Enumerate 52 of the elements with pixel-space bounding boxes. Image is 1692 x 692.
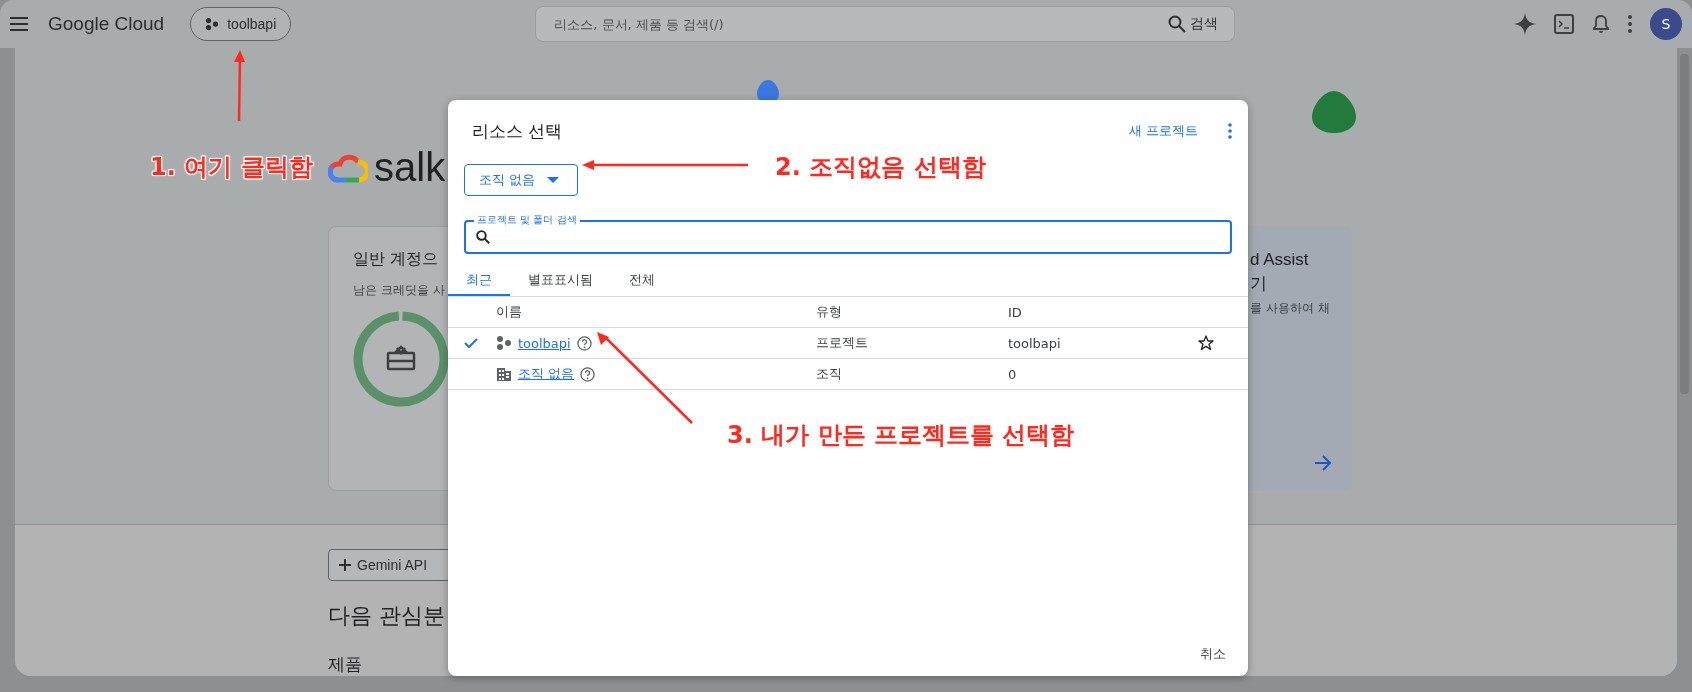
table-cell-text: 프로젝트 <box>816 334 869 352</box>
table-cell-text: toolbapi <box>1008 335 1062 351</box>
blob-shape <box>757 80 779 102</box>
terminal-icon[interactable] <box>1554 14 1574 34</box>
dialog-title: 리소스 선택 <box>472 119 563 143</box>
search-field[interactable]: 리소스, 문서, 제품 등 검색(/) 검색 <box>535 6 1236 42</box>
tab[interactable]: 최근 <box>448 266 510 296</box>
annotation-text: 2. 조직없음 선택함 <box>775 152 986 183</box>
star-icon[interactable] <box>1198 335 1214 351</box>
caret-icon <box>547 177 560 183</box>
more-icon[interactable] <box>1628 15 1632 33</box>
new-project-link[interactable]: 새 프로젝트 <box>1128 122 1198 140</box>
project-title: salk <box>374 144 446 190</box>
card-subtitle: 를 사용하여 채 <box>1250 300 1331 317</box>
card-subtitle: 남은 크레딧을 사 <box>353 282 446 299</box>
product-name[interactable]: Google Cloud <box>48 13 165 35</box>
hexagon-dots-icon <box>205 17 220 31</box>
column-header: ID <box>1008 304 1023 320</box>
menu-icon[interactable] <box>10 17 28 31</box>
notifications-icon[interactable] <box>1592 14 1610 34</box>
resource-link[interactable]: 조직 없음 <box>518 365 575 383</box>
column-header: 유형 <box>816 303 843 321</box>
blob-shape <box>1312 91 1356 133</box>
search-icon <box>476 230 490 244</box>
organization-dropdown[interactable]: 조직 없음 <box>464 164 578 196</box>
plus-icon <box>339 559 351 571</box>
tab[interactable]: 전체 <box>611 266 673 296</box>
search-button[interactable]: 검색 <box>1162 14 1225 34</box>
table-cell-text: 0 <box>1008 366 1018 382</box>
resource-link[interactable]: toolbapi <box>518 335 571 351</box>
cancel-button[interactable]: 취소 <box>1194 644 1232 664</box>
card-title: d Assist <box>1250 249 1310 271</box>
card-title: 기 <box>1250 273 1268 295</box>
avatar[interactable]: S <box>1650 8 1682 40</box>
card-title: 일반 계정으 <box>353 249 440 270</box>
sparkle-icon[interactable] <box>1514 13 1536 35</box>
search-icon <box>1168 15 1187 33</box>
annotation-text: 1. 여기 클릭함 <box>150 152 313 183</box>
project-picker-button[interactable]: toolbapi <box>190 7 292 41</box>
table-cell-text: 조직 <box>816 365 843 383</box>
arrow-right-icon[interactable] <box>1314 455 1332 471</box>
tab[interactable]: 별표표시됨 <box>510 266 611 296</box>
section-heading: 다음 관심분 <box>328 602 445 630</box>
more-icon[interactable] <box>1228 123 1232 139</box>
hexagon-dots-icon <box>496 335 512 351</box>
annotation-text: 3. 내가 만든 프로젝트를 선택함 <box>727 420 1075 451</box>
annotation-arrow <box>234 50 245 122</box>
help-icon[interactable] <box>580 366 596 382</box>
section-label: 제품 <box>328 653 362 676</box>
column-header: 이름 <box>496 303 523 321</box>
building-icon <box>496 366 512 382</box>
help-icon[interactable] <box>576 335 592 351</box>
